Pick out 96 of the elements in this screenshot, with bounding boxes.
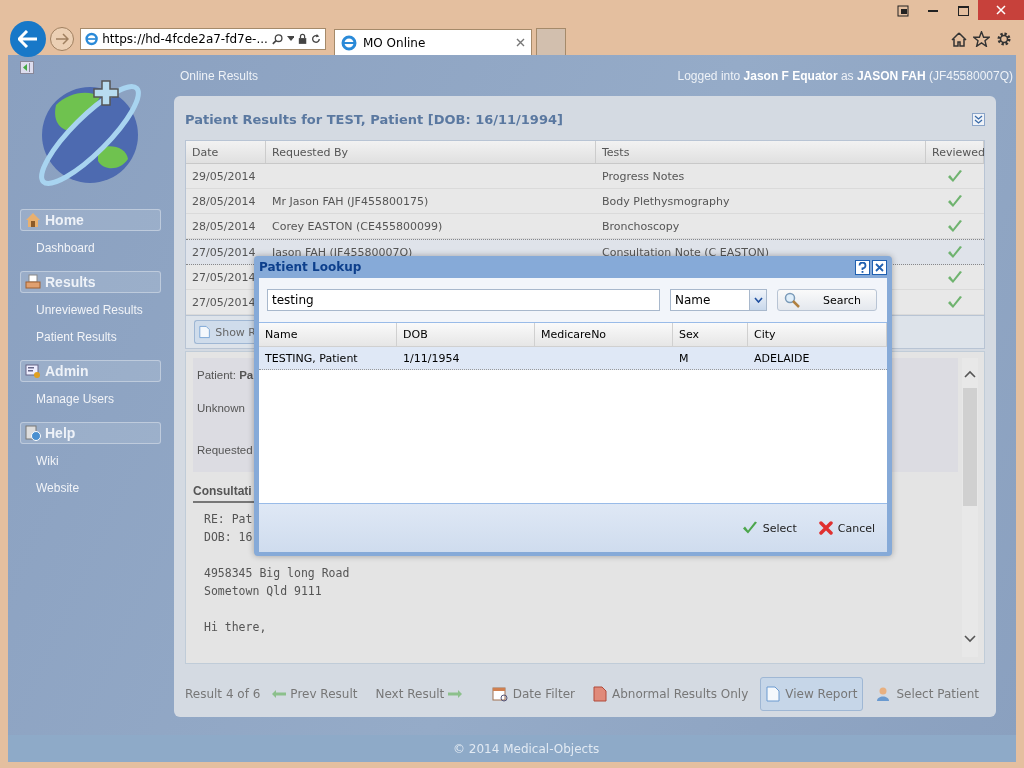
person-icon [875,685,892,702]
requested-label: Requested [197,443,253,458]
column-header[interactable]: City [748,323,887,346]
refresh-icon[interactable] [311,32,321,45]
status-text: Unknown [197,401,245,416]
letter-line: 4958345 Big long Road [204,566,350,582]
patient-row[interactable]: TESTING, Patient 1/11/1954 M ADELAIDE [259,347,887,370]
window-icon[interactable] [897,5,909,17]
document-icon [592,685,607,702]
close-icon [996,5,1006,15]
toolbar-button[interactable]: Date Filter [485,676,581,711]
letter-line: Sometown Qld 9111 [204,584,322,600]
prev-link[interactable]: Prev Result [266,686,364,701]
dropdown-icon[interactable] [287,36,294,41]
help-button[interactable] [855,259,870,275]
table-cell-text: TESTING, Patient [264,351,359,365]
letter-line: DOB: 16 [204,530,253,546]
table-cell-text: M [678,351,690,365]
table-cell-text: ADELAIDE [753,351,811,365]
table-cell-text: 27/05/2014 [191,270,257,284]
column-header[interactable]: Reviewed [926,141,984,163]
next-link[interactable]: Next Result [369,686,469,701]
minimize-icon[interactable] [928,9,938,13]
copyright-text: © 2014 Medical-Objects [453,741,600,756]
column-header[interactable]: Requested By [266,141,596,163]
collapse-icon[interactable] [972,112,985,126]
letter-line: RE: Pat [204,512,253,528]
table-cell-text: Bronchoscopy [601,219,681,233]
arrow-left-icon [18,29,38,48]
letter-line: Hi there, [204,620,267,636]
section-heading: Consultati [193,484,252,498]
address-bar[interactable]: https://hd-4fcde2a7-fd7e-... [80,27,326,50]
help-icon [858,261,867,273]
lock-icon [298,32,308,45]
document-icon [199,324,211,340]
close-icon[interactable] [516,38,525,47]
table-cell-text: Corey EASTON (CE455800099) [271,219,444,233]
home-icon[interactable] [951,30,967,47]
chevron-up-icon[interactable] [964,370,976,378]
browser-icon [341,34,357,51]
cross-icon [818,521,833,535]
result-row[interactable]: 29/05/2014 Progress Notes [186,164,984,189]
search-field[interactable]: testing [267,289,660,311]
back-button[interactable] [10,20,46,57]
card-key-icon [25,363,41,379]
maximize-icon[interactable] [957,6,969,16]
arrow-left-icon [272,689,287,698]
login-info: Logged into Jason F Equator as JASON FAH (JF45580007Q) [677,69,1013,83]
search-icon[interactable] [271,31,284,46]
dialog-button[interactable]: Select [739,519,799,537]
scrollbar[interactable] [962,358,978,657]
collapse-icon[interactable] [20,61,34,74]
toolbar-button[interactable]: Select Patient [869,676,985,711]
table-cell-text: Mr Jason FAH (JF455800175) [271,194,430,208]
calendar-icon [491,685,508,702]
table-cell-text: Body Plethysmography [601,194,731,208]
column-header[interactable]: MedicareNo [535,323,673,346]
column-header[interactable]: DOB [397,323,535,346]
document-icon [766,685,781,702]
star-icon[interactable] [973,30,990,47]
help-icon [25,425,41,441]
patient-label: Patient: Pa [197,368,254,383]
column-header[interactable]: Sex [673,323,748,346]
column-header[interactable]: Date [186,141,266,163]
close-button[interactable] [872,259,887,275]
column-header[interactable]: Name [259,323,397,346]
check-icon [741,521,758,535]
table-cell-text: Progress Notes [601,169,686,183]
arrow-right-icon [448,689,463,698]
result-counter: Result 4 of 6 [185,686,261,701]
chevron-down-icon [753,297,763,303]
table-cell-text: 27/05/2014 [191,245,257,259]
house-icon [25,212,41,228]
arrow-right-icon [55,32,69,45]
column-header[interactable]: Tests [596,141,926,163]
chevron-down-icon[interactable] [964,635,976,643]
search-by-dropdown[interactable]: Name [670,289,767,311]
table-cell-text: 1/11/1954 [402,351,461,365]
dialog-button[interactable]: Cancel [816,519,877,537]
toolbar-button[interactable]: Abnormal Results Only [586,676,755,711]
search-button[interactable]: Search [777,289,877,311]
table-cell-text: 29/05/2014 [191,169,257,183]
search-icon [784,292,800,308]
section-title: Online Results [180,69,259,83]
table-cell-text: Consultation Note (C EASTON) [601,245,771,259]
browser-icon [85,30,99,47]
browser-tab[interactable]: MO Online [334,29,532,55]
close-icon [875,262,884,272]
table-cell-text: 28/05/2014 [191,219,257,233]
table-cell-text: 27/05/2014 [191,295,257,309]
result-row[interactable]: 28/05/2014 Mr Jason FAH (JF455800175) Body Plethysmography [186,189,984,214]
printer-icon [25,274,41,290]
panel-title: Patient Results for TEST, Patient [DOB: 16/11/1994] [185,111,563,127]
table-cell-text: Jason FAH (JF45580007Q) [271,245,414,259]
settings-icon[interactable] [996,30,1012,47]
table-cell-text: 28/05/2014 [191,194,257,208]
